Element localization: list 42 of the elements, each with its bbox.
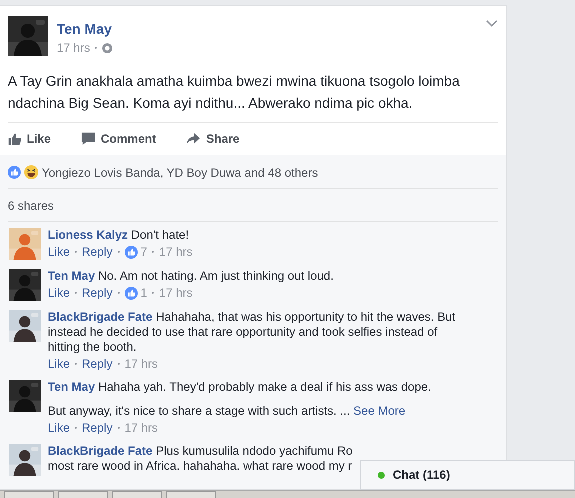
comment-text: Ten May Hahaha yah. They'd probably make a deal if his ass was dope. — [48, 380, 432, 395]
comment-text: But anyway, it's nice to share a stage with such artists. ... See More — [48, 404, 407, 419]
like-link[interactable]: Like — [48, 245, 70, 259]
like-reaction-icon — [8, 166, 21, 179]
post-text: A Tay Grin anakhala amatha kuimba bwezi mwina tikuona tsogolo loimba ndachina Big Sean. Koma ayi ndithu... Abwerako ndima pic okha. — [8, 72, 461, 113]
chat-bar[interactable]: Chat (116) — [360, 460, 575, 490]
taskbar-button[interactable] — [112, 491, 162, 498]
taskbar-button[interactable] — [166, 491, 216, 498]
taskbar-button[interactable] — [58, 491, 108, 498]
reply-link[interactable]: Reply — [82, 286, 113, 300]
comment-icon — [81, 132, 96, 146]
comment-button[interactable]: Comment — [81, 130, 156, 148]
commenter-name[interactable]: Lioness Kalyz — [48, 228, 128, 242]
laughing-emoji-icon — [24, 165, 39, 180]
reply-link[interactable]: Reply — [82, 357, 113, 371]
commenter-name[interactable]: BlackBrigade Fate — [48, 444, 153, 458]
like-link[interactable]: Like — [48, 286, 70, 300]
like-icon — [124, 286, 138, 300]
comment-text: BlackBrigade Fate Hahahaha, that was his opportunity to hit the waves. But instead he decided to use that rare opportunity and took selfies instead of hitting the booth. — [48, 310, 457, 355]
reply-link[interactable]: Reply — [82, 245, 113, 259]
like-link[interactable]: Like — [48, 421, 70, 435]
reply-link[interactable]: Reply — [82, 421, 113, 435]
like-button[interactable]: Like — [8, 130, 52, 148]
share-button[interactable]: Share — [186, 130, 240, 148]
commenter-name[interactable]: Ten May — [48, 269, 96, 283]
see-more-link[interactable]: See More — [354, 404, 406, 418]
comment-text: Ten May No. Am not hating. Am just thinking out loud. — [48, 269, 335, 284]
like-link[interactable]: Like — [48, 357, 70, 371]
like-count: 1 — [140, 286, 148, 300]
comment-text: Lioness Kalyz Don't hate! — [48, 228, 190, 243]
chevron-icon[interactable] — [486, 20, 498, 28]
reactions-summary[interactable]: Yongiezo Lovis Banda, YD Boy Duwa and 48 others — [42, 166, 318, 180]
like-icon — [124, 246, 138, 258]
taskbar-button[interactable] — [4, 491, 54, 498]
thumbs-up-icon — [8, 132, 22, 146]
commenter-name[interactable]: BlackBrigade Fate — [48, 310, 153, 324]
chat-label: Chat (116) — [393, 468, 450, 482]
like-count: 7 — [140, 245, 148, 259]
author-name[interactable]: Ten May — [57, 21, 114, 37]
shares-count[interactable]: 6 shares — [8, 199, 54, 213]
commenter-name[interactable]: Ten May — [48, 380, 96, 394]
share-icon — [186, 132, 202, 146]
